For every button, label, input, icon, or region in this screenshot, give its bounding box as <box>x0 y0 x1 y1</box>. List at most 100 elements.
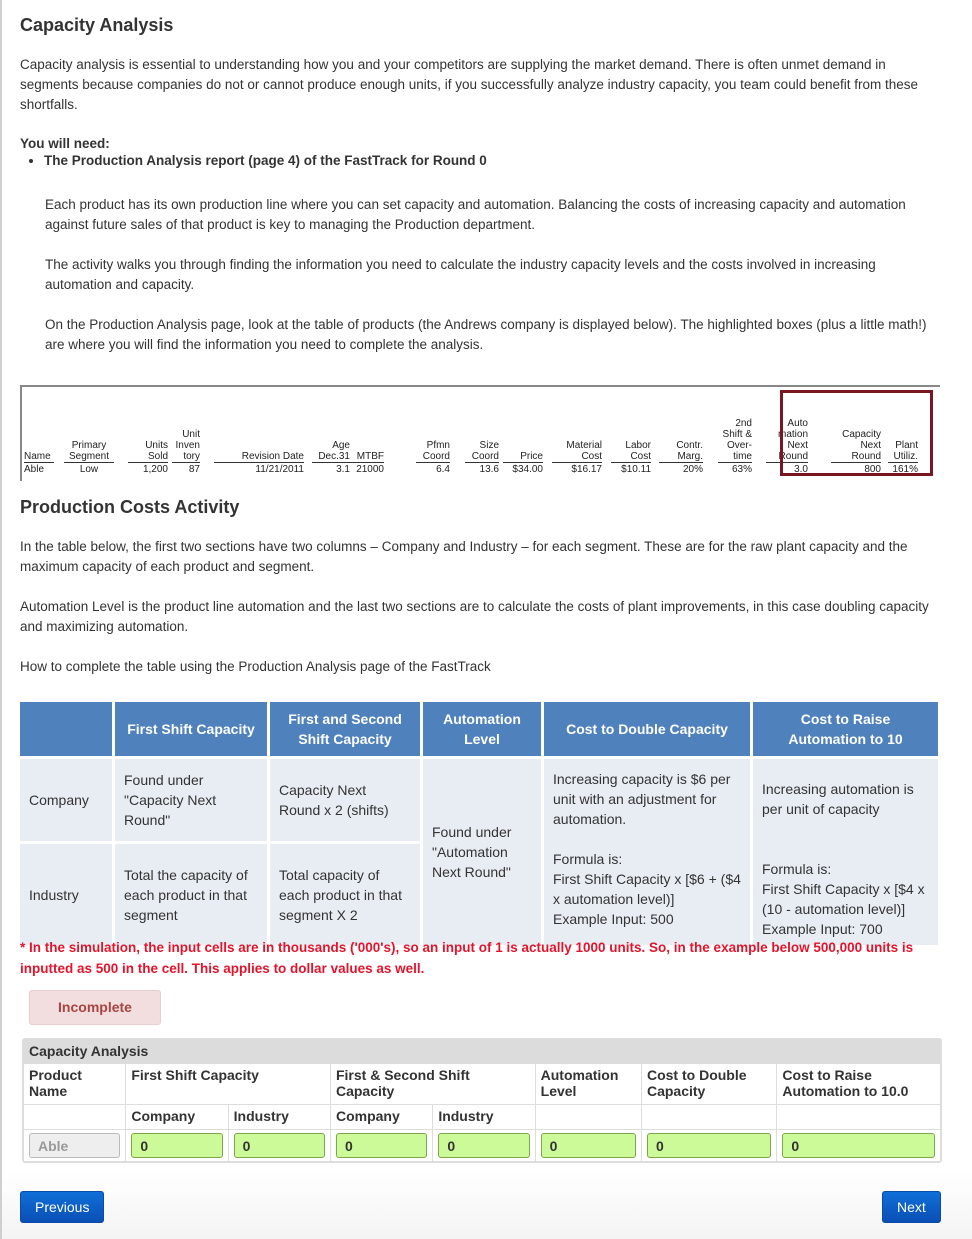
blank-cell <box>776 1104 941 1130</box>
guide-header: Cost to Double Capacity <box>544 702 750 756</box>
report-column-header: Contr. Marg. <box>659 440 703 463</box>
row-label-company: Company <box>20 759 112 842</box>
report-cell: 13.6 <box>479 464 499 475</box>
report-column-header: Size Coord <box>465 440 499 463</box>
paragraph-5: Automation Level is the product line aut… <box>20 599 929 634</box>
paragraph-3: On the Production Analysis page, look at… <box>45 317 927 352</box>
guide-header: Cost to Raise Automation to 10 <box>753 702 938 756</box>
report-column-header: Pfmn Coord <box>416 440 450 463</box>
raise-automation-input[interactable] <box>782 1133 935 1158</box>
guide-header: First Shift Capacity <box>115 702 267 756</box>
double-capacity-input[interactable] <box>646 1133 772 1158</box>
guide-header: First and Second Shift Capacity <box>270 702 420 756</box>
report-cell: 6.4 <box>436 464 450 475</box>
industry-first-shift: Total the capacity of each product in th… <box>115 844 267 945</box>
report-column-header: Revision Date <box>214 451 304 463</box>
company-second-shift: Capacity Next Round x 2 (shifts) <box>270 759 420 842</box>
need-item: The Production Analysis report (page 4) … <box>44 151 487 171</box>
section-title: Production Costs Activity <box>20 497 240 517</box>
guide-header-blank <box>20 702 112 756</box>
cell <box>22 1129 127 1162</box>
cell <box>125 1129 229 1162</box>
sub-industry: Industry <box>432 1104 536 1130</box>
report-column-header: Unit Inven tory <box>172 429 200 463</box>
page-title: Capacity Analysis <box>20 15 174 35</box>
raise-example: Example Input: 700 <box>762 921 883 937</box>
intro-text: Capacity analysis is essential to unders… <box>20 57 919 112</box>
report-column-header: Price <box>503 451 543 463</box>
product-name-field <box>29 1133 121 1158</box>
col-raise-cost: Cost to Raise Automation to 10.0 <box>776 1063 941 1105</box>
sub-company: Company <box>125 1104 229 1130</box>
first-shift-company-input[interactable] <box>131 1133 223 1158</box>
paragraph-1: Each product has its own production line… <box>45 197 906 232</box>
company-first-shift: Found under "Capacity Next Round" <box>115 759 267 842</box>
raise-formula-label: Formula is: <box>762 861 832 877</box>
cell <box>329 1129 434 1162</box>
automation-level-input[interactable] <box>540 1133 636 1158</box>
previous-button[interactable]: Previous <box>20 1191 105 1223</box>
paragraph-2: The activity walks you through finding t… <box>45 257 876 292</box>
report-cell: 1,200 <box>142 464 168 475</box>
next-button[interactable]: Next <box>882 1191 941 1223</box>
paragraph-4: In the table below, the first two sectio… <box>20 539 908 574</box>
col-first-shift: First Shift Capacity <box>125 1063 331 1105</box>
col-automation: Automation Level <box>534 1063 642 1105</box>
report-cell: Able <box>24 464 45 475</box>
report-cell: 87 <box>188 464 200 475</box>
col-product-name: Product Name <box>22 1063 127 1105</box>
report-column-header: 2nd Shift & Over- time <box>718 418 752 463</box>
raise-automation-cell: Increasing automation is per unit of cap… <box>753 759 938 945</box>
blank-cell <box>640 1104 778 1130</box>
second-shift-industry-input[interactable] <box>438 1133 530 1158</box>
cell <box>640 1129 778 1162</box>
automation-cell: Found under "Automation Next Round" <box>423 759 541 945</box>
report-column-header: Age Dec.31 <box>312 440 350 463</box>
report-cell: 3.1 <box>336 464 350 475</box>
requirements: You will need: The Production Analysis r… <box>20 136 487 171</box>
report-column-header: Name <box>24 451 54 463</box>
industry-second-shift: Total capacity of each product in that s… <box>270 844 420 945</box>
status-badge: Incomplete <box>29 990 161 1025</box>
second-shift-company-input[interactable] <box>335 1133 428 1158</box>
report-cell: 11/21/2011 <box>255 464 304 475</box>
double-formula: First Shift Capacity x [$6 + ($4 x autom… <box>553 871 741 907</box>
cell <box>227 1129 331 1162</box>
first-shift-industry-input[interactable] <box>233 1133 325 1158</box>
report-cell: 20% <box>682 464 703 475</box>
raise-formula: First Shift Capacity x [$4 x (10 - autom… <box>762 881 925 917</box>
paragraph-6: How to complete the table using the Prod… <box>20 659 491 674</box>
double-example: Example Input: 500 <box>553 911 674 927</box>
report-column-header: Units Sold <box>128 440 168 463</box>
report-cell: $10.11 <box>621 464 651 475</box>
report-column-header: Primary Segment <box>64 440 114 463</box>
need-label: You will need: <box>20 136 110 151</box>
report-column-header: Material Cost <box>552 440 602 463</box>
cell <box>432 1129 536 1162</box>
row-label-industry: Industry <box>20 844 112 945</box>
report-cell: 63% <box>731 464 752 475</box>
raise-desc: Increasing automation is per unit of cap… <box>762 781 914 817</box>
report-column-header: Labor Cost <box>611 440 651 463</box>
double-capacity-cell: Increasing capacity is $6 per unit with … <box>544 759 750 945</box>
units-note: * In the simulation, the input cells are… <box>20 940 914 976</box>
report-cell: 21000 <box>356 464 384 475</box>
col-double-cost: Cost to Double Capacity <box>640 1063 778 1105</box>
report-cell: $34.00 <box>512 464 543 475</box>
sub-company: Company <box>329 1104 434 1130</box>
guide-table: First Shift Capacity First and Second Sh… <box>17 699 941 948</box>
blank-cell <box>534 1104 642 1130</box>
col-second-shift: First & Second Shift Capacity <box>329 1063 536 1105</box>
report-cell: Low <box>79 464 99 475</box>
report-column-header: MTBF <box>350 451 384 463</box>
guide-header: Automation Level <box>423 702 541 756</box>
double-desc: Increasing capacity is $6 per unit with … <box>553 771 731 827</box>
cell <box>534 1129 642 1162</box>
form-caption: Capacity Analysis <box>23 1039 941 1063</box>
sub-industry: Industry <box>227 1104 331 1130</box>
double-formula-label: Formula is: <box>553 851 623 867</box>
capacity-analysis-form: Capacity Analysis Product Name First Shi… <box>22 1038 942 1163</box>
report-cell: $16.17 <box>571 464 602 475</box>
highlight-box <box>780 390 933 476</box>
blank-cell <box>22 1104 127 1130</box>
